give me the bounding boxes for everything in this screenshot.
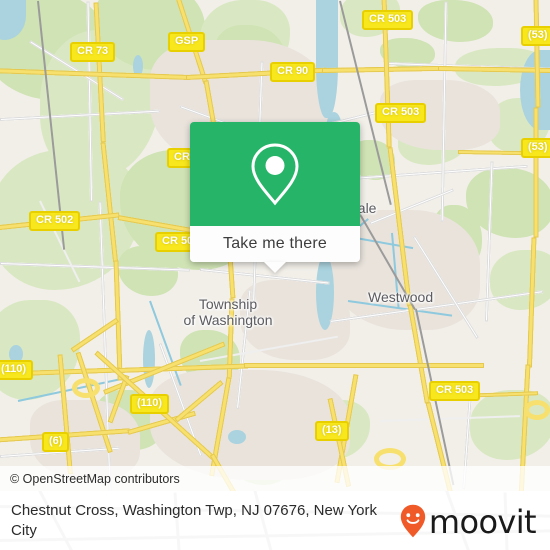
place-label-township-of-washington: Township of Washington [158, 296, 298, 328]
road-shield: (13) [315, 421, 349, 441]
map-share-card: CR 503 (53) GSP CR 73 CR 90 CR 503 (53) … [0, 0, 550, 550]
road-shield: CR 73 [70, 42, 116, 62]
place-label-westwood: Westwood [368, 289, 433, 305]
map-road-major [244, 363, 484, 368]
road-shield: CR 503 [429, 381, 481, 401]
road-shield: CR 503 [375, 103, 427, 123]
map-water [316, 0, 338, 118]
road-shield: (53) [521, 138, 550, 158]
map-attribution-bar: © OpenStreetMap contributors [0, 466, 550, 491]
map-roundabout [524, 400, 550, 420]
map-canvas[interactable]: CR 503 (53) GSP CR 73 CR 90 CR 503 (53) … [0, 0, 550, 491]
road-shield: (110) [130, 394, 170, 414]
moovit-wordmark: moovit [428, 502, 537, 541]
map-roundabout [72, 378, 100, 398]
map-road-major [533, 0, 541, 108]
take-me-there-popup[interactable]: Take me there [190, 122, 360, 273]
road-shield: CR 502 [29, 211, 81, 231]
map-road-major [533, 107, 539, 238]
map-green-area [418, 0, 493, 42]
map-green-area [490, 250, 550, 310]
moovit-pin-icon [400, 504, 426, 537]
road-shield: (6) [42, 432, 70, 452]
take-me-there-label: Take me there [223, 235, 327, 252]
road-shield: GSP [168, 32, 206, 52]
address-text: Chestnut Cross, Washington Twp, NJ 07676… [11, 501, 378, 539]
popup-tail [264, 262, 286, 273]
place-label-line: Westwood [368, 289, 434, 305]
map-water [228, 430, 246, 444]
road-shield: CR 90 [270, 62, 316, 82]
road-shield: (53) [521, 26, 550, 46]
road-shield: (110) [0, 360, 34, 380]
popup-icon-area [190, 122, 360, 226]
map-green-area [118, 246, 178, 296]
moovit-logo[interactable]: moovit [400, 502, 550, 541]
popup-action-area[interactable]: Take me there [190, 226, 360, 262]
map-road-major [321, 65, 443, 73]
map-pin-icon [251, 143, 299, 206]
road-shield: CR 503 [362, 10, 414, 30]
place-label-line: of Washington [183, 312, 273, 328]
osm-attribution-text[interactable]: © OpenStreetMap contributors [0, 472, 180, 486]
footer-bar: Chestnut Cross, Washington Twp, NJ 07676… [0, 491, 550, 550]
place-label-line: Township [198, 296, 258, 312]
map-water [143, 330, 155, 388]
